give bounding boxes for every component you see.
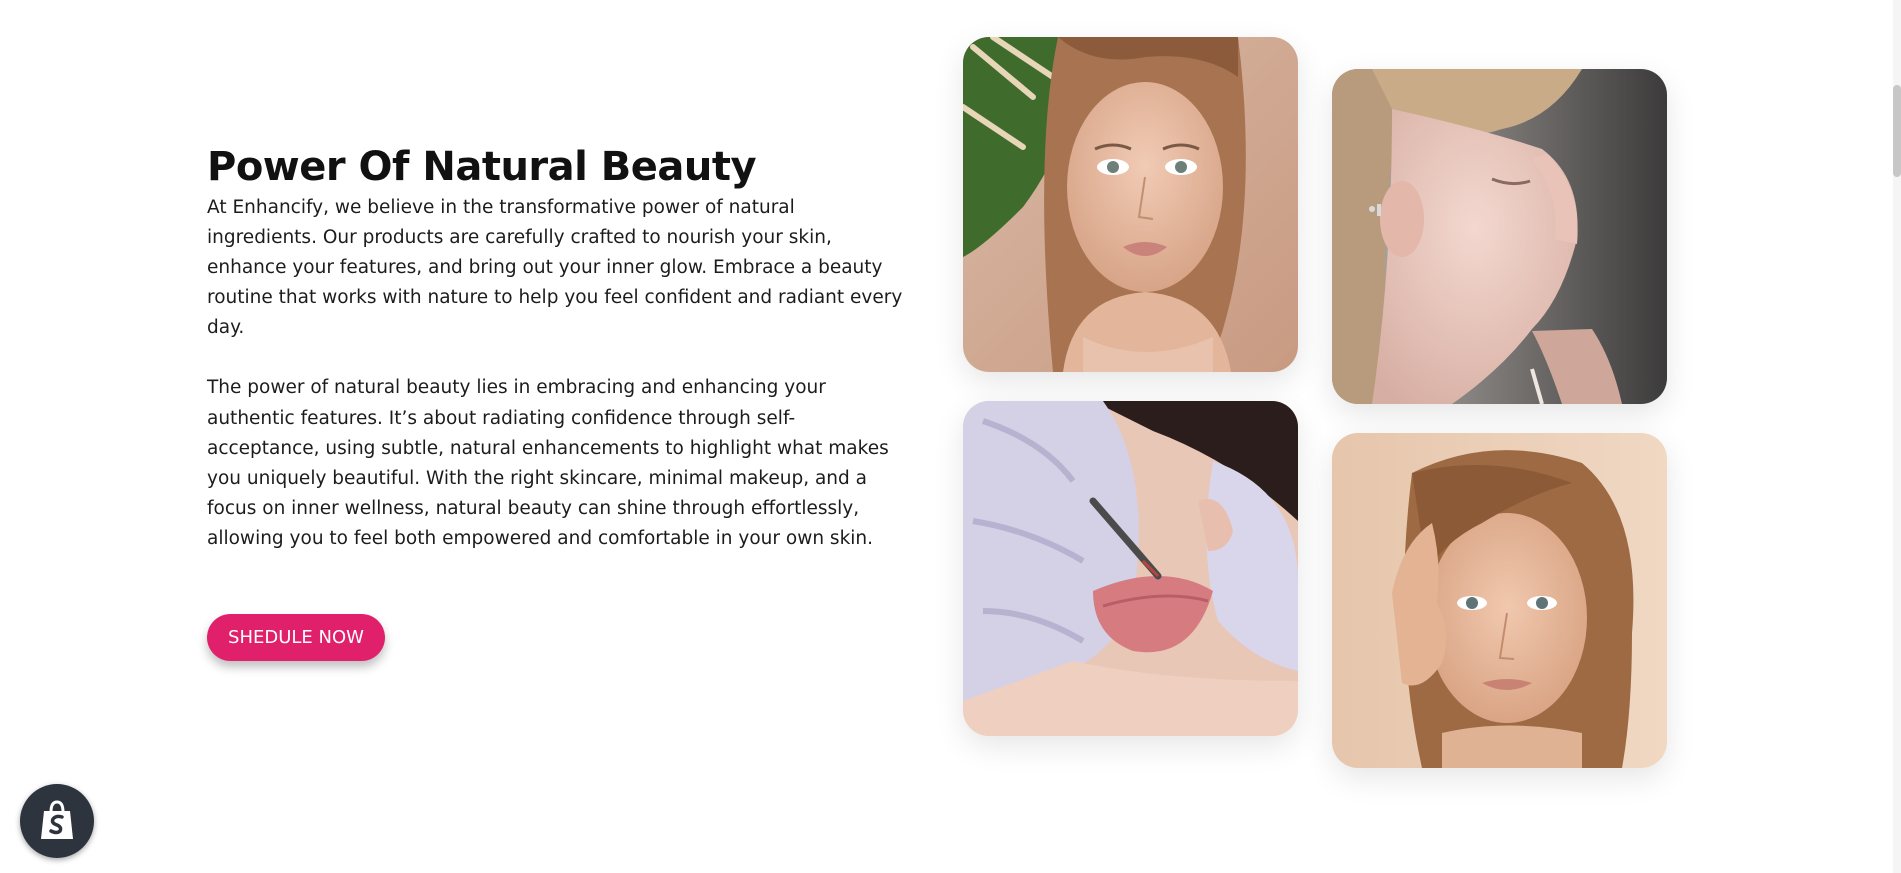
woman-hand-on-face-icon [1332, 433, 1667, 768]
shopify-bag-icon [41, 800, 73, 839]
intro-section: Power Of Natural Beauty At Enhancify, we… [207, 143, 907, 554]
page: Power Of Natural Beauty At Enhancify, we… [0, 0, 1901, 873]
woman-profile-eyes-closed-icon [1332, 69, 1667, 404]
gallery-image-profile [1332, 69, 1667, 404]
schedule-now-button[interactable]: SHEDULE NOW [207, 614, 385, 661]
intro-paragraph: At Enhancify, we believe in the transfor… [207, 197, 903, 339]
gallery-image-procedure [963, 401, 1298, 736]
shopify-badge-button[interactable] [20, 784, 94, 858]
woman-portrait-with-leaf-icon [963, 37, 1298, 372]
details-paragraph: The power of natural beauty lies in embr… [207, 377, 889, 549]
lip-tattoo-procedure-icon [963, 401, 1298, 736]
scrollbar-thumb[interactable] [1893, 85, 1901, 177]
section-title: Power Of Natural Beauty [207, 144, 757, 190]
gallery-image-portrait [963, 37, 1298, 372]
page-scrollbar[interactable] [1893, 0, 1901, 873]
gallery-image-hand-on-face [1332, 433, 1667, 768]
